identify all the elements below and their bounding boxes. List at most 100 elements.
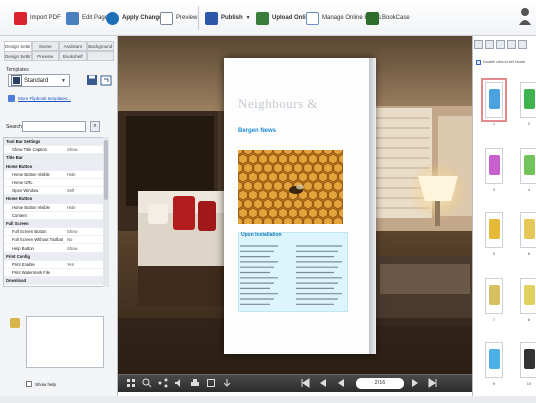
property-group-row[interactable]: Download [4,277,108,286]
apply-change-button[interactable]: Apply Change [106,8,162,28]
page-thumbnail[interactable] [485,212,503,248]
main-toolbar: Import PDF Edit Pages Apply Change Previ… [0,0,536,36]
link-icon [8,94,15,102]
property-value[interactable]: Show [64,246,77,251]
property-row[interactable]: Show Title Caption Show [4,146,108,155]
import-pdf-button[interactable]: Import PDF [14,8,61,28]
bookcase-button[interactable]: BookCase [366,8,410,28]
property-row[interactable]: Home URL [4,179,108,188]
first-thumbnail-icon[interactable] [474,40,483,49]
property-value[interactable]: Hide [64,172,76,177]
property-value[interactable]: Show [64,229,77,234]
sound-icon[interactable] [174,378,184,388]
next-page-icon[interactable] [410,378,420,388]
property-group-row[interactable]: Tool Bar Settings [4,138,108,147]
template-select[interactable]: Standard ▼ [8,74,70,87]
page-thumbnail[interactable] [485,148,503,184]
chevron-down-icon: ▼ [61,77,66,84]
page-thumbnail[interactable] [520,278,536,314]
chevron-down-icon[interactable]: ▼ [246,15,251,21]
previous-page-icon-2[interactable] [336,378,346,388]
property-name: Download [6,278,27,284]
property-group-row[interactable]: Full Screen [4,219,108,229]
first-page-icon[interactable] [300,378,310,388]
zoom-in-icon[interactable] [142,378,152,388]
property-group-row[interactable]: Home Button [4,195,108,204]
tab-assistant[interactable]: Assistant [59,41,87,51]
property-row[interactable]: Open Window Self [4,187,108,196]
property-row[interactable]: Print Enable Yes [4,261,108,269]
tab-design-setting-2[interactable]: Design Setting [4,51,32,61]
publish-button[interactable]: Publish ▼ [205,8,251,28]
preview-icon [160,11,173,25]
tab-background[interactable]: Background [86,41,114,51]
property-value[interactable]: No [64,286,72,287]
tab-scene[interactable]: Scene [31,41,59,51]
preview-button[interactable]: Preview [160,8,197,28]
page-thumbnail[interactable] [485,278,503,314]
search-input[interactable] [22,121,86,132]
property-scrollbar-thumb[interactable] [104,140,108,200]
property-value[interactable]: Show [64,147,77,152]
description-icon [10,318,20,328]
status-bar [0,396,536,403]
property-row[interactable]: Help Button Show [4,244,108,253]
page-indicator-input[interactable]: 2/16 [356,378,404,389]
thumbnails-icon[interactable] [126,378,136,388]
thumbnail-number: 4 [527,187,531,192]
user-icon[interactable] [518,5,532,31]
thumbnail-number: 2 [527,121,531,126]
export-template-icon[interactable] [100,74,112,86]
page-box-title: Upon Installation [241,232,282,238]
pdf-icon [14,11,27,25]
property-value[interactable]: Self [64,188,74,193]
property-group-row[interactable]: Print Config [4,252,108,261]
page-thumbnail[interactable] [520,148,536,184]
home-page-checkbox[interactable]: Double click to set Home [476,58,534,66]
property-row[interactable]: Full Screen Without Toolbar No [4,236,108,245]
share-icon[interactable] [158,378,168,388]
tab-bookshelf[interactable]: Bookshelf [59,51,87,61]
tab-design-setting[interactable]: Design Setting [4,41,32,51]
page-thumbnail[interactable] [485,342,503,378]
page-thumbnail[interactable] [481,78,507,122]
property-name: Home URL [12,180,33,186]
previous-page-icon[interactable] [318,378,328,388]
print-icon[interactable] [190,378,200,388]
property-value[interactable]: Yes [64,262,74,267]
previous-thumbnail-icon[interactable] [485,40,494,49]
fullscreen-icon[interactable] [206,378,216,388]
toolbar-separator [198,6,199,30]
thumbnail-image [489,349,500,369]
property-name: Home Button [6,196,33,202]
page-settings-icon[interactable] [507,40,516,49]
property-row[interactable]: Print Watermark File [4,269,108,278]
more-templates-link[interactable]: More Flipbook templates... [8,93,106,103]
page-thumbnail[interactable] [520,82,536,118]
property-row[interactable]: Download EnableNo [4,285,108,287]
property-value[interactable]: No [64,237,72,242]
show-help-checkbox[interactable]: Show help [26,381,56,387]
thumbnail-image [524,285,535,305]
upload-online-button[interactable]: Upload Online [256,8,313,28]
property-value[interactable]: Hide [64,205,76,210]
page-thumbnail[interactable] [520,342,536,378]
last-page-icon[interactable] [428,378,438,388]
property-row[interactable]: Full Screen Button Show [4,228,108,237]
property-row[interactable]: Content [4,212,108,220]
page-thumbnail[interactable] [520,212,536,248]
edit-pages-button[interactable]: Edit Pages [66,8,111,28]
search-button[interactable]: ⌕ [90,121,100,132]
property-name: Content [12,212,27,218]
delete-page-icon[interactable] [518,40,527,49]
property-group-row[interactable]: Title Bar [4,154,108,163]
property-row[interactable]: Home Button Visible Hide [4,204,108,212]
property-row[interactable]: Home Button Visible Hide [4,171,108,179]
download-icon[interactable] [222,378,232,388]
tab-preview[interactable]: Preview [31,51,59,61]
add-page-icon[interactable] [496,40,505,49]
save-template-icon[interactable] [86,74,98,86]
manage-books-icon [306,11,319,25]
search-icon: ⌕ [93,123,97,129]
property-group-row[interactable]: Home Button [4,162,108,171]
